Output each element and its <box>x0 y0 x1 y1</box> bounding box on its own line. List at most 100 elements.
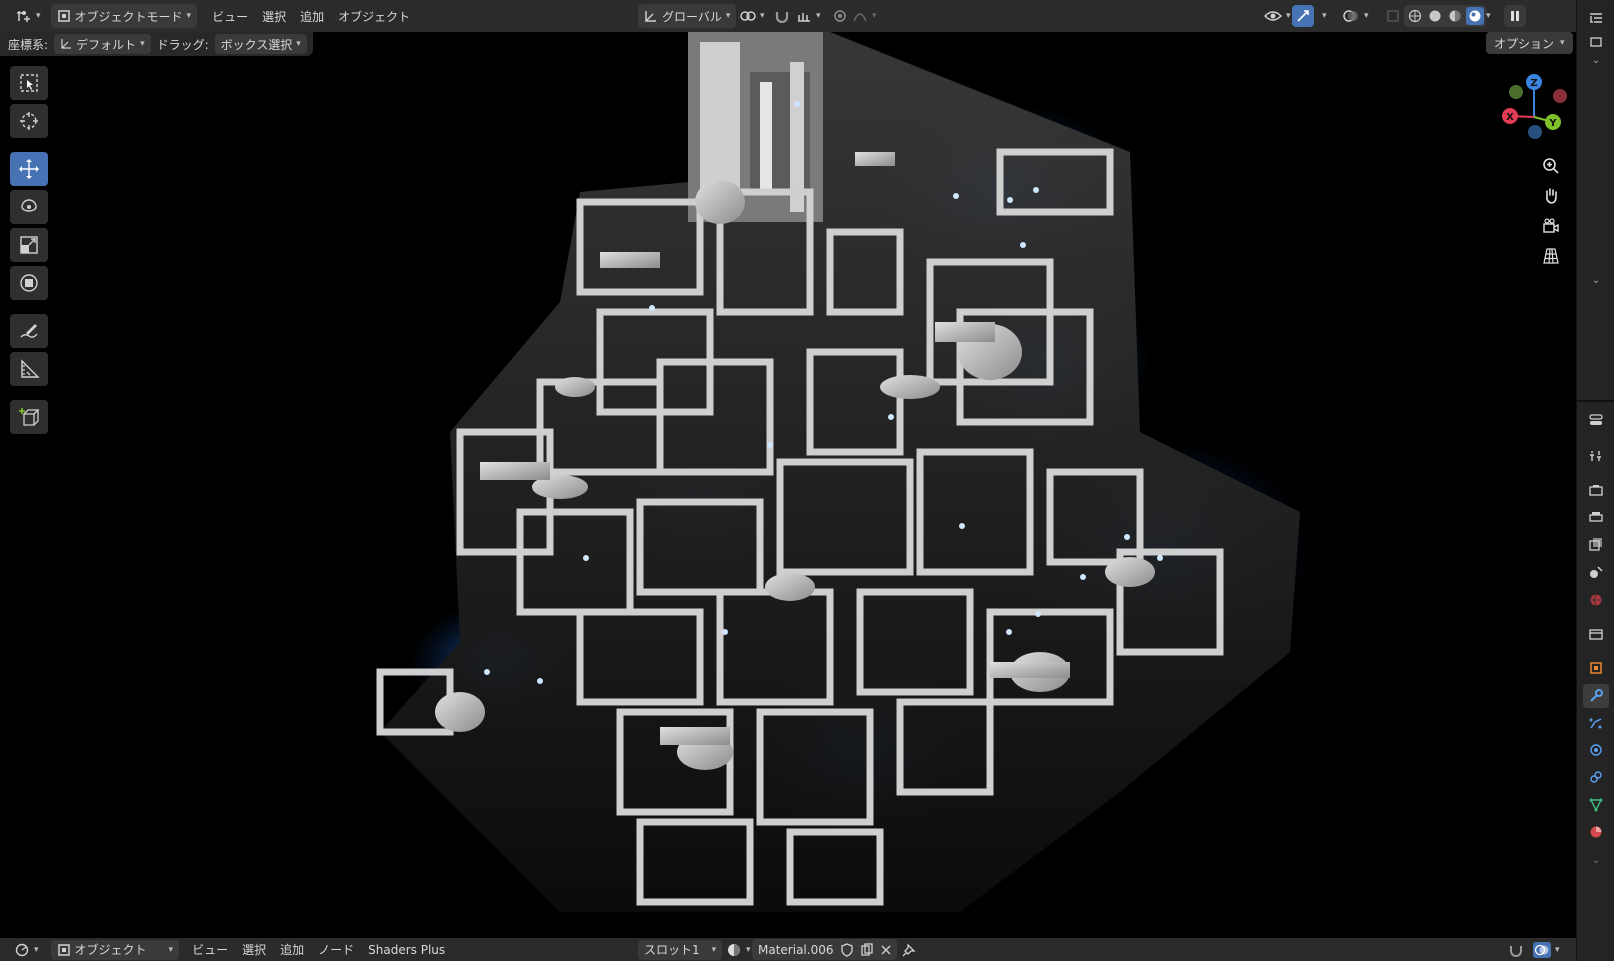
tab-render[interactable] <box>1583 478 1609 502</box>
menu-select[interactable]: 選択 <box>255 4 293 28</box>
gizmo-y-axis[interactable]: Y <box>1545 114 1561 130</box>
properties-icon <box>1588 413 1604 427</box>
zoom-button[interactable] <box>1536 152 1566 180</box>
proportional-falloff-selector[interactable]: ▾ <box>846 4 883 28</box>
bottom-menu-view[interactable]: ビュー <box>185 940 235 960</box>
duplicate-icon[interactable] <box>861 942 874 957</box>
navigation-gizmo[interactable]: Z X Y <box>1488 70 1578 160</box>
tab-output[interactable] <box>1583 505 1609 529</box>
chevron-down-icon: ▾ <box>1486 11 1491 21</box>
scale-tool[interactable] <box>10 228 48 262</box>
pan-button[interactable] <box>1536 182 1566 210</box>
pivot-point-selector[interactable]: ▾ <box>734 4 771 28</box>
mode-label: オブジェクトモード <box>74 9 183 24</box>
pause-render-button[interactable] <box>1504 5 1526 27</box>
tabs-scroll-chevron[interactable]: ⌄ <box>1583 848 1609 872</box>
bottom-menu-select[interactable]: 選択 <box>235 940 273 960</box>
material-datablock-field[interactable]: Material.006 <box>752 939 898 960</box>
sidebar-collapse[interactable]: ⌄ <box>1583 48 1609 72</box>
options-label: オプション <box>1494 36 1555 51</box>
cursor-tool[interactable] <box>10 104 48 138</box>
visibility-selector[interactable]: ▾ <box>1258 4 1297 28</box>
tab-physics[interactable] <box>1583 738 1609 762</box>
orientation-dropdown[interactable]: デフォルト ▾ <box>54 34 151 54</box>
chevron-down-icon: ▾ <box>711 944 717 955</box>
shading-mode-group <box>1404 5 1486 27</box>
menu-add[interactable]: 追加 <box>293 4 331 28</box>
close-icon[interactable] <box>881 945 891 955</box>
move-tool[interactable] <box>10 152 48 186</box>
gizmo-x-label: X <box>1506 112 1514 123</box>
select-box-tool[interactable] <box>10 66 48 100</box>
tab-material[interactable] <box>1583 820 1609 844</box>
select-box-icon <box>18 72 40 94</box>
bottom-mode-label: オブジェクト <box>74 943 147 957</box>
tab-particles[interactable] <box>1583 711 1609 735</box>
gizmo-neg-y[interactable] <box>1509 85 1523 99</box>
wrench-icon <box>1589 689 1603 703</box>
pan-hand-icon <box>1542 187 1560 205</box>
scene-render <box>376 32 1310 912</box>
xray-toggle[interactable] <box>1380 4 1406 28</box>
gizmo-x-axis[interactable]: X <box>1502 108 1518 124</box>
tab-world[interactable] <box>1583 588 1609 612</box>
collection-box-icon <box>1589 627 1603 641</box>
outliner-scroll-chevron[interactable]: ⌄ <box>1583 268 1609 292</box>
bottom-menu-node[interactable]: ノード <box>311 940 361 960</box>
tab-modifiers[interactable] <box>1583 684 1609 708</box>
menu-object[interactable]: オブジェクト <box>331 4 417 28</box>
overlays-toggle[interactable]: ▾ <box>1336 4 1375 28</box>
tab-constraints[interactable] <box>1583 765 1609 789</box>
measure-tool[interactable] <box>10 352 48 386</box>
annotate-icon <box>18 320 40 342</box>
bottom-editor-type-selector[interactable]: ▾ <box>8 940 45 960</box>
drag-dropdown[interactable]: ボックス選択 ▾ <box>214 34 307 54</box>
material-preview-icon[interactable] <box>1446 7 1464 25</box>
wireframe-shading-icon[interactable] <box>1406 7 1424 25</box>
tab-object[interactable] <box>1583 656 1609 680</box>
view-layer-icon <box>1589 537 1603 551</box>
transform-tool[interactable] <box>10 266 48 300</box>
3d-viewport[interactable] <box>0 32 1576 938</box>
menu-view[interactable]: ビュー <box>205 4 255 28</box>
snap-target-selector[interactable]: ▾ <box>790 4 827 28</box>
gizmo-neg-z[interactable] <box>1528 125 1542 139</box>
outliner-toggle[interactable] <box>1583 6 1609 30</box>
bottom-menu-shaders-plus[interactable]: Shaders Plus <box>361 940 452 960</box>
pin-icon[interactable] <box>902 942 916 957</box>
transform-orientation-label: グローバル <box>662 9 722 24</box>
mode-selector[interactable]: オブジェクトモード ▾ <box>50 4 198 28</box>
tab-scene[interactable] <box>1583 560 1609 584</box>
gizmo-options-dropdown[interactable]: ▾ <box>1316 4 1333 28</box>
chevron-down-icon: ▾ <box>746 944 751 955</box>
rotate-tool[interactable] <box>10 190 48 224</box>
editor-type-selector[interactable]: ▾ <box>10 4 47 28</box>
fake-user-shield-icon[interactable] <box>841 942 854 957</box>
overlay-toggle-bottom[interactable]: ▾ <box>1530 940 1563 960</box>
chevron-down-icon: ▾ <box>1555 944 1560 955</box>
tab-collection[interactable] <box>1583 622 1609 646</box>
chevron-down-icon: ▾ <box>725 11 731 21</box>
perspective-toggle-button[interactable] <box>1536 242 1566 270</box>
properties-editor-type[interactable] <box>1583 408 1609 432</box>
tab-tool[interactable] <box>1583 444 1609 468</box>
tab-view-layer[interactable] <box>1583 532 1609 556</box>
tab-data[interactable] <box>1583 793 1609 817</box>
options-dropdown[interactable]: オプション ▾ <box>1486 32 1573 54</box>
gizmo-toggle[interactable] <box>1292 5 1314 27</box>
bottom-mode-selector[interactable]: オブジェクト ▾ <box>50 939 180 960</box>
shading-options-dropdown[interactable]: ▾ <box>1480 4 1497 28</box>
material-slot-selector[interactable]: スロット1 ▾ <box>638 939 723 960</box>
tool-settings-bar: 座標系: デフォルト ▾ ドラッグ: ボックス選択 ▾ <box>0 32 313 56</box>
solid-shading-icon[interactable] <box>1426 7 1444 25</box>
snap-magnet-icon[interactable] <box>1508 943 1524 957</box>
camera-view-button[interactable] <box>1536 212 1566 240</box>
transform-orientation-selector[interactable]: グローバル ▾ <box>638 4 737 28</box>
bottom-menu-add[interactable]: 追加 <box>273 940 311 960</box>
gizmo-z-axis[interactable]: Z <box>1526 74 1542 90</box>
zoom-icon <box>1542 157 1560 175</box>
annotate-tool[interactable] <box>10 314 48 348</box>
add-cube-tool[interactable] <box>10 400 48 434</box>
slot-label: スロット1 <box>644 943 700 957</box>
gizmo-neg-x[interactable] <box>1553 89 1567 103</box>
